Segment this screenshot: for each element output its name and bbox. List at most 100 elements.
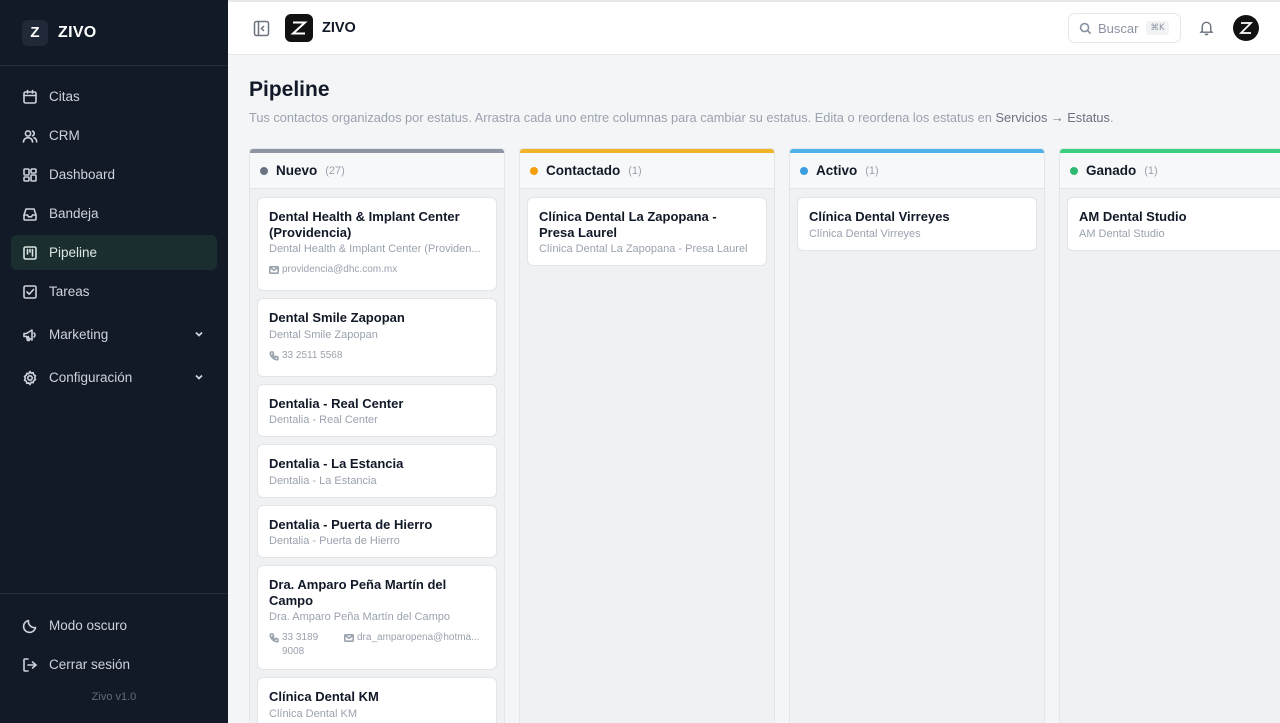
card-list: Dental Health & Implant Center (Providen… [250, 189, 504, 723]
column-title: Nuevo [276, 163, 318, 178]
column-title: Activo [816, 163, 858, 178]
column-header: Nuevo (27) [250, 153, 504, 189]
search-icon [1079, 22, 1092, 34]
main-content: Pipeline Tus contactos organizados por e… [228, 55, 1280, 723]
column-header: Activo (1) [790, 153, 1044, 189]
card-email: providencia@dhc.com.mx [269, 263, 397, 280]
status-dot [530, 166, 538, 175]
email-text: dra_amparopena@hotma... [357, 632, 480, 643]
card-subtitle: Dental Health & Implant Center (Providen… [269, 243, 481, 255]
card-meta: 33 3189 9008 dra_amparopena@hotma... [269, 631, 485, 659]
sidebar-item-citas[interactable]: Citas [11, 79, 217, 114]
sidebar-item-label: Dashboard [49, 167, 116, 182]
column-activo[interactable]: Activo (1) Clínica Dental Virreyes Clínica … [789, 148, 1045, 723]
card-list: AM Dental Studio AM Dental Studio [1060, 189, 1280, 266]
moon-icon [22, 618, 38, 634]
logout-label: Cerrar sesión [49, 657, 131, 672]
sidebar-item-label: Citas [49, 89, 80, 104]
card-title: Dentalia - La Estancia [269, 456, 404, 471]
card-title: Dental Smile Zapopan [269, 310, 405, 325]
calendar-icon [22, 89, 38, 105]
dashboard-icon [22, 167, 38, 183]
column-header: Ganado (1) [1060, 153, 1280, 189]
card-title: Clínica Dental Virreyes [809, 209, 950, 224]
sidebar-item-tareas[interactable]: Tareas [11, 274, 217, 309]
card-phone: 33 2511 5568 [269, 349, 342, 366]
card-subtitle: Dental Smile Zapopan [269, 328, 378, 341]
contact-card[interactable]: Clínica Dental Virreyes Clínica Dental Vi… [797, 197, 1037, 251]
contact-card[interactable]: AM Dental Studio AM Dental Studio [1067, 197, 1280, 251]
card-subtitle: Dentalia - La Estancia [269, 474, 377, 487]
services-status-link[interactable]: Servicios → Estatus [995, 110, 1110, 125]
contact-card[interactable]: Clínica Dental KM Clínica Dental KM [257, 677, 497, 723]
sidebar-item-label: Marketing [49, 327, 109, 342]
sidebar-item-label: Configuración [49, 370, 133, 385]
card-title: Clínica Dental La Zapopana - Presa Laure… [539, 209, 717, 240]
megaphone-icon [22, 327, 38, 343]
chevron-down-icon[interactable] [193, 371, 205, 383]
sidebar-item-label: Bandeja [49, 206, 99, 221]
contact-card[interactable]: Dentalia - La Estancia Dentalia - La Esta… [257, 444, 497, 498]
kanban-icon [22, 245, 38, 261]
card-subtitle: Dentalia - Real Center [269, 414, 378, 426]
checkbox-icon [22, 284, 38, 300]
sidebar-item-crm[interactable]: CRM [11, 118, 217, 153]
chevron-down-icon[interactable] [193, 328, 205, 340]
contact-card[interactable]: Dentalia - Real Center Dentalia - Real Ce… [257, 383, 497, 437]
app-version: Zivo v1.0 [91, 691, 137, 703]
search-label: Buscar [1098, 20, 1139, 36]
users-icon [22, 128, 38, 144]
column-count: (1) [628, 164, 642, 177]
bell-icon[interactable] [1198, 19, 1216, 37]
avatar[interactable] [1233, 15, 1259, 41]
logout-icon [22, 657, 38, 673]
contact-card[interactable]: Clínica Dental La Zapopana - Presa Laure… [527, 197, 767, 266]
card-title: Dra. Amparo Peña Martín del Campo [269, 577, 447, 608]
page-description: Tus contactos organizados por estatus. A… [249, 110, 1114, 125]
column-header: Contactado (1) [520, 153, 774, 189]
column-ganado[interactable]: Ganado (1) AM Dental Studio AM Dental Studi… [1059, 148, 1280, 723]
search-button[interactable]: Buscar ⌘K [1068, 13, 1181, 43]
sidebar-item-bandeja[interactable]: Bandeja [11, 196, 217, 231]
card-title: Dentalia - Real Center [269, 395, 404, 411]
email-text: providencia@dhc.com.mx [282, 264, 398, 275]
mail-icon [269, 263, 282, 280]
sidebar-item-marketing[interactable]: Marketing [11, 317, 217, 352]
inbox-icon [22, 206, 38, 222]
search-shortcut: ⌘K [1146, 21, 1169, 35]
card-title: AM Dental Studio [1079, 209, 1187, 224]
sidebar-collapse-icon[interactable] [253, 20, 270, 37]
topbar: ZIVO Buscar ⌘K [228, 0, 1280, 55]
card-title: Clínica Dental KM [269, 689, 379, 704]
card-subtitle: Dentalia - Puerta de Hierro [269, 535, 400, 547]
dark-mode-toggle[interactable]: Modo oscuro [11, 608, 217, 643]
sidebar-item-label: Tareas [49, 284, 90, 299]
card-meta: 33 2511 5568 [269, 349, 485, 366]
card-phone: 33 3189 9008 [269, 631, 326, 659]
sidebar-brand[interactable]: Z ZIVO [0, 0, 228, 66]
zivo-logo-icon[interactable] [285, 14, 313, 42]
contact-card[interactable]: Dentalia - Puerta de Hierro Dentalia - Pu… [257, 504, 497, 558]
phone-icon [269, 349, 282, 366]
contact-card[interactable]: Dra. Amparo Peña Martín del Campo Dra. Am… [257, 565, 497, 670]
gear-icon [22, 370, 38, 386]
column-title: Contactado [546, 163, 621, 178]
contact-card[interactable]: Dental Health & Implant Center (Providen… [257, 197, 497, 291]
card-subtitle: Clínica Dental Virreyes [809, 227, 921, 240]
column-contactado[interactable]: Contactado (1) Clínica Dental La Zapopana … [519, 148, 775, 723]
description-end: . [1109, 110, 1114, 125]
sidebar-item-configuracion[interactable]: Configuración [11, 360, 217, 395]
column-count: (1) [865, 164, 879, 177]
dark-mode-label: Modo oscuro [49, 618, 128, 633]
sidebar-item-pipeline[interactable]: Pipeline [11, 235, 217, 270]
sidebar-item-dashboard[interactable]: Dashboard [11, 157, 217, 192]
pipeline-board: Nuevo (27) Dental Health & Implant Center … [249, 148, 1280, 723]
card-subtitle: Clínica Dental KM [269, 707, 358, 720]
sidebar: Z ZIVO Citas CRM Dashboard Bandeja Pipel… [0, 0, 228, 723]
logout-button[interactable]: Cerrar sesión [11, 647, 217, 682]
card-title: Dental Health & Implant Center (Providen… [269, 209, 460, 240]
sidebar-item-label: CRM [49, 128, 80, 143]
contact-card[interactable]: Dental Smile Zapopan Dental Smile Zapopan… [257, 298, 497, 377]
column-nuevo[interactable]: Nuevo (27) Dental Health & Implant Center … [249, 148, 505, 723]
card-subtitle: Clínica Dental La Zapopana - Presa Laure… [539, 243, 748, 255]
